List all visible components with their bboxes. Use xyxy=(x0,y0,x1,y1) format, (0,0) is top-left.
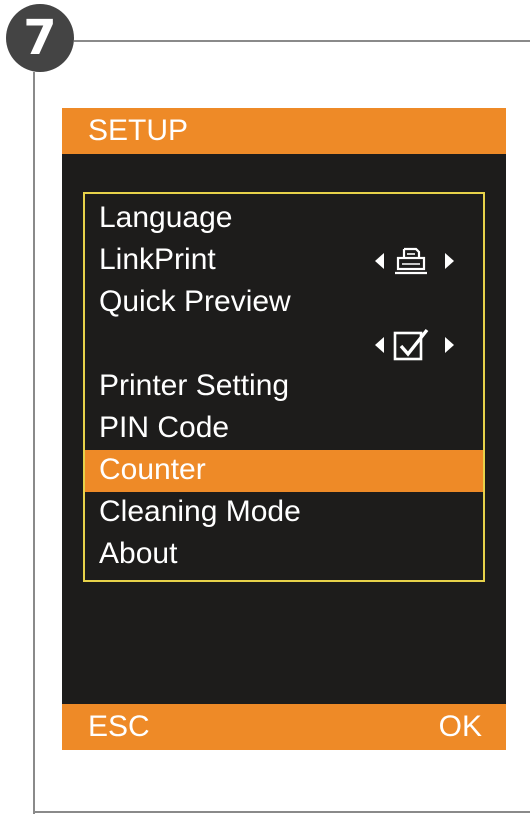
menu-item-label: LinkPrint xyxy=(99,243,216,276)
menu-item-label: PIN Code xyxy=(99,411,230,444)
frame-left-line xyxy=(33,72,35,814)
header-bar: SETUP xyxy=(62,108,506,154)
esc-button[interactable]: ESC xyxy=(88,710,150,744)
menu-item-quick-preview-value[interactable] xyxy=(85,324,483,366)
setup-menu: Language LinkPrint Quick Preview Printer… xyxy=(83,192,485,582)
menu-item-label: Language xyxy=(99,201,233,234)
checkbox-checked-icon xyxy=(393,328,429,361)
menu-item-quick-preview[interactable]: Quick Preview xyxy=(85,282,483,324)
printer-icon xyxy=(395,247,427,275)
menu-item-label: Cleaning Mode xyxy=(99,495,301,528)
menu-item-counter[interactable]: Counter xyxy=(85,450,483,492)
quick-preview-value-selector[interactable] xyxy=(375,327,465,363)
menu-item-label: Printer Setting xyxy=(99,369,290,402)
arrow-right-icon[interactable] xyxy=(445,337,454,353)
ok-button[interactable]: OK xyxy=(439,710,482,744)
arrow-left-icon[interactable] xyxy=(375,253,384,269)
menu-item-label: Quick Preview xyxy=(99,285,291,318)
menu-item-cleaning-mode[interactable]: Cleaning Mode xyxy=(85,492,483,534)
frame-top-line xyxy=(74,40,530,42)
menu-item-language[interactable]: Language xyxy=(85,198,483,240)
page-title: SETUP xyxy=(88,114,189,147)
menu-item-linkprint[interactable]: LinkPrint xyxy=(85,240,483,282)
step-number-badge: 7 xyxy=(6,4,74,72)
linkprint-value-selector[interactable] xyxy=(375,243,465,279)
menu-item-pin-code[interactable]: PIN Code xyxy=(85,408,483,450)
menu-item-label: About xyxy=(99,537,178,570)
menu-item-label: Counter xyxy=(99,453,206,486)
footer-bar: ESC OK xyxy=(62,704,506,750)
arrow-left-icon[interactable] xyxy=(375,337,384,353)
arrow-right-icon[interactable] xyxy=(445,253,454,269)
menu-item-about[interactable]: About xyxy=(85,534,483,576)
setup-screen: SETUP Language LinkPrint Quick Preview P… xyxy=(62,108,506,750)
menu-item-printer-setting[interactable]: Printer Setting xyxy=(85,366,483,408)
